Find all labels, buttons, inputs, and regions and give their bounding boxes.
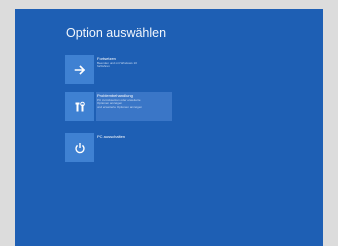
power-icon: [74, 142, 85, 153]
shutdown-tile[interactable]: [65, 133, 94, 162]
arrow-right-icon: [74, 64, 85, 75]
troubleshoot-text[interactable]: Problembehandlung PC zurücksetzen oder e…: [96, 92, 172, 121]
tools-icon: [75, 101, 85, 111]
troubleshoot-tile[interactable]: [65, 92, 94, 121]
shutdown-text[interactable]: PC ausschalten: [96, 133, 128, 162]
continue-text[interactable]: Fortsetzen Beenden und mit Windows 10 fo…: [96, 55, 140, 84]
continue-tile[interactable]: [65, 55, 94, 84]
option-title: PC ausschalten: [97, 134, 126, 139]
option-description: und erweiterte Optionen anzeigen: [97, 104, 143, 109]
recovery-screen: Option auswählen Fortsetzen Beenden und …: [15, 9, 323, 246]
option-description: fortfahren: [97, 64, 110, 69]
page-title: Option auswählen: [66, 26, 167, 40]
